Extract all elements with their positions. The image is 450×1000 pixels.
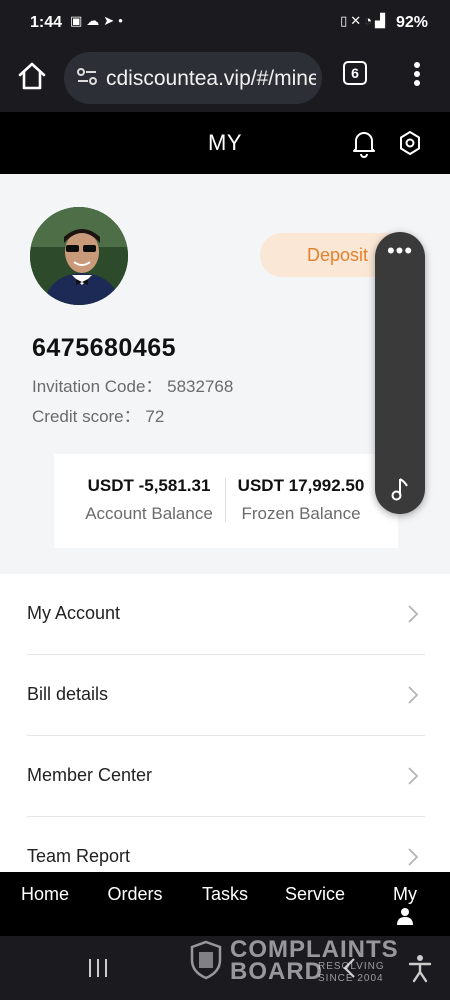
- url-text: cdiscountea.vip/#/mine: [106, 67, 316, 90]
- menu-item-bill-details[interactable]: Bill details: [27, 655, 425, 736]
- menu-item-my-account[interactable]: My Account: [27, 574, 425, 655]
- shield-logo-icon: [190, 940, 222, 980]
- avatar-photo: [30, 207, 128, 305]
- home-icon: [18, 62, 46, 90]
- notifications-button[interactable]: [350, 128, 378, 158]
- wifi-icon: ◔: [364, 13, 375, 28]
- address-bar[interactable]: cdiscountea.vip/#/mine: [64, 52, 322, 104]
- frozen-balance-amount: USDT 17,992.50: [237, 476, 365, 495]
- accessibility-icon[interactable]: [406, 953, 434, 983]
- battery-level: 92%: [395, 14, 428, 31]
- tab-label: Tasks: [201, 884, 248, 904]
- browser-toolbar: cdiscountea.vip/#/mine 6: [0, 46, 450, 112]
- settings-icon: [400, 131, 420, 155]
- person-icon: [397, 908, 413, 925]
- tab-label: Orders: [107, 884, 163, 904]
- credit-score: Credit score： 72: [32, 407, 165, 426]
- tab-orders[interactable]: Orders: [100, 872, 170, 936]
- frozen-balance-label: Frozen Balance: [241, 504, 361, 523]
- balance-card: USDT -5,581.31 Account Balance USDT 17,9…: [54, 454, 398, 548]
- tab-tasks[interactable]: Tasks: [190, 872, 260, 936]
- tab-switcher-button[interactable]: 6: [343, 61, 367, 85]
- music-note-icon: [391, 478, 408, 501]
- menu-item-label: Team Report: [27, 846, 131, 866]
- menu-list: My Account Bill details Member Center Te…: [0, 574, 450, 872]
- account-balance: USDT -5,581.31 Account Balance: [74, 454, 224, 548]
- bell-icon: [353, 132, 375, 158]
- invitation-code: Invitation Code： 5832768: [32, 377, 234, 396]
- menu-item-label: Member Center: [27, 765, 153, 785]
- browser-home-button[interactable]: [14, 58, 50, 94]
- menu-item-team-report[interactable]: Team Report: [27, 817, 425, 872]
- image-icon: ▣: [70, 13, 87, 28]
- account-balance-label: Account Balance: [85, 504, 213, 523]
- complaints-board-watermark: COMPLAINTS BOARD RESOLVING SINCE 2004: [186, 936, 406, 1000]
- cloud-icon: ☁: [86, 13, 104, 28]
- tab-label: My: [393, 884, 417, 904]
- tab-home[interactable]: Home: [10, 872, 80, 936]
- chevron-right-icon: [408, 605, 419, 623]
- site-settings-icon[interactable]: [76, 66, 98, 88]
- chevron-right-icon: [408, 848, 419, 866]
- signal-icon: ▟: [375, 13, 388, 28]
- tab-label: Service: [284, 884, 346, 904]
- avatar[interactable]: [30, 207, 128, 305]
- browser-menu-button[interactable]: [405, 58, 429, 90]
- system-icons: ▯✕◔▟: [340, 13, 388, 29]
- app-header: MY: [0, 112, 450, 174]
- telegram-icon: ➤: [103, 13, 119, 28]
- menu-item-member-center[interactable]: Member Center: [27, 736, 425, 817]
- page-title: MY: [208, 130, 242, 155]
- watermark-line-3: RESOLVING: [318, 961, 385, 972]
- status-bar: 1:44 ▣☁➤• ▯✕◔▟ 92%: [0, 0, 450, 46]
- vibrate-icon: ▯: [340, 13, 351, 28]
- frozen-balance: USDT 17,992.50 Frozen Balance: [226, 454, 376, 548]
- menu-item-label: Bill details: [27, 684, 109, 704]
- settings-button[interactable]: [396, 128, 424, 158]
- chevron-right-icon: [408, 767, 419, 785]
- tab-service[interactable]: Service: [280, 872, 350, 936]
- tab-label: Home: [20, 884, 69, 904]
- widget-more-button[interactable]: •••: [375, 240, 425, 268]
- more-vert-icon: [414, 62, 420, 86]
- widget-music-button[interactable]: [389, 476, 411, 502]
- mute-icon: ✕: [350, 13, 365, 28]
- status-time: 1:44: [30, 14, 63, 31]
- menu-item-label: My Account: [27, 603, 121, 623]
- notification-icons: ▣☁➤•: [70, 13, 127, 29]
- user-id: 6475680465: [32, 334, 177, 362]
- watermark-line-2: BOARD: [230, 958, 323, 985]
- recents-icon[interactable]: [86, 956, 110, 980]
- dot-icon: •: [118, 13, 127, 28]
- chevron-right-icon: [408, 686, 419, 704]
- bottom-tab-bar: Home Orders Tasks Service My: [0, 872, 450, 936]
- watermark-line-4: SINCE 2004: [318, 973, 384, 984]
- account-balance-amount: USDT -5,581.31: [87, 476, 211, 495]
- tab-my[interactable]: My: [375, 872, 435, 936]
- floating-widget[interactable]: •••: [375, 232, 425, 514]
